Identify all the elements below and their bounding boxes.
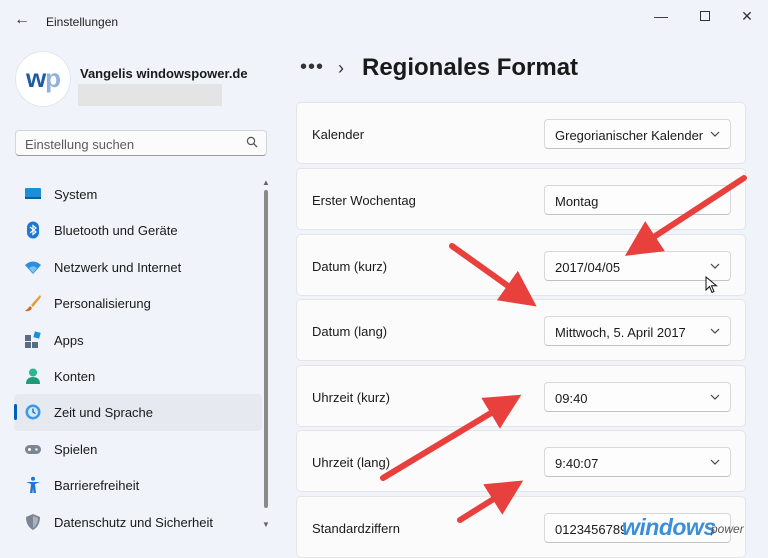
sidebar-item-label: Bluetooth und Geräte	[54, 223, 178, 239]
sidebar-scrollbar[interactable]: ▲ ▼	[262, 178, 270, 534]
setting-label: Erster Wochentag	[312, 193, 416, 208]
watermark-logo-suffix: power	[711, 522, 744, 536]
search-input[interactable]: Einstellung suchen	[15, 130, 267, 156]
calendar-dropdown[interactable]: Gregorianischer Kalender	[544, 119, 731, 149]
date-short-dropdown[interactable]: 2017/04/05	[544, 251, 731, 281]
sidebar-nav: System Bluetooth und Geräte Netzwerk und…	[14, 176, 262, 540]
search-placeholder: Einstellung suchen	[25, 137, 135, 152]
dropdown-value: 2017/04/05	[555, 260, 621, 275]
sidebar-item-time-language[interactable]: Zeit und Sprache	[14, 394, 262, 431]
sidebar-item-label: Spielen	[54, 441, 98, 457]
setting-card-calendar: Kalender Gregorianischer Kalender	[296, 102, 746, 164]
setting-label: Standardziffern	[312, 521, 400, 536]
dropdown-value: 09:40	[555, 391, 588, 406]
user-email-redacted	[78, 84, 222, 106]
chevron-down-icon	[710, 459, 720, 465]
scroll-up-arrow-icon[interactable]: ▲	[262, 178, 270, 187]
app-title: Einstellungen	[46, 15, 119, 29]
sidebar-item-bluetooth[interactable]: Bluetooth und Geräte	[14, 212, 262, 248]
sidebar-item-privacy[interactable]: Datenschutz und Sicherheit	[14, 504, 262, 540]
first-weekday-dropdown[interactable]: Montag	[544, 185, 731, 215]
time-language-icon	[25, 404, 41, 420]
sidebar-item-label: Personalisierung	[54, 296, 151, 312]
sidebar-item-apps[interactable]: Apps	[14, 322, 262, 358]
back-arrow-icon[interactable]: ←	[12, 10, 32, 30]
avatar-logo: wp	[25, 63, 61, 93]
mouse-cursor-icon	[705, 276, 718, 294]
dropdown-value: Montag	[555, 194, 599, 209]
sidebar-item-label: Konten	[54, 368, 96, 384]
time-long-dropdown[interactable]: 9:40:07	[544, 447, 731, 477]
apps-icon	[25, 330, 41, 348]
time-short-dropdown[interactable]: 09:40	[544, 382, 731, 412]
bluetooth-icon	[27, 221, 39, 239]
dropdown-value: Gregorianischer Kalender	[555, 128, 704, 143]
title-bar: ← Einstellungen — ✕	[0, 0, 768, 40]
sidebar-item-accessibility[interactable]: Barrierefreiheit	[14, 467, 262, 503]
setting-card-first-weekday: Erster Wochentag Montag	[296, 168, 746, 230]
dropdown-value: 0123456789	[555, 522, 628, 537]
setting-label: Kalender	[312, 127, 365, 142]
setting-label: Uhrzeit (lang)	[312, 455, 391, 470]
account-icon	[26, 368, 40, 384]
scroll-down-arrow-icon[interactable]: ▼	[262, 520, 270, 529]
setting-card-time-long: Uhrzeit (lang) 9:40:07	[296, 430, 746, 492]
avatar[interactable]: wp	[16, 52, 70, 106]
selection-indicator	[14, 404, 17, 421]
close-button[interactable]: ✕	[732, 6, 762, 26]
setting-label: Uhrzeit (kurz)	[312, 390, 391, 405]
shield-icon	[26, 513, 40, 530]
sidebar-item-label: Netzwerk und Internet	[54, 259, 182, 275]
dropdown-value: 9:40:07	[555, 456, 599, 471]
minimize-button[interactable]: —	[646, 6, 676, 26]
sidebar-item-label: Zeit und Sprache	[54, 405, 154, 421]
setting-card-date-long: Datum (lang) Mittwoch, 5. April 2017	[296, 299, 746, 361]
accessibility-icon	[26, 476, 40, 494]
scroll-thumb[interactable]	[264, 190, 268, 508]
dropdown-value: Mittwoch, 5. April 2017	[555, 325, 686, 340]
setting-card-date-short: Datum (kurz) 2017/04/05	[296, 234, 746, 296]
system-icon	[25, 188, 41, 199]
breadcrumb-overflow-button[interactable]: •••	[300, 56, 324, 79]
chevron-down-icon	[710, 131, 720, 137]
setting-label: Datum (lang)	[312, 324, 388, 339]
maximize-button[interactable]	[690, 6, 720, 26]
breadcrumb-chevron-icon: ›	[338, 58, 344, 78]
sidebar-item-label: Barrierefreiheit	[54, 478, 140, 494]
sidebar-item-system[interactable]: System	[14, 176, 262, 212]
sidebar-item-label: System	[54, 187, 98, 202]
sidebar-item-personalization[interactable]: Personalisierung	[14, 285, 262, 321]
watermark-logo: windows	[622, 514, 716, 540]
brush-icon	[25, 295, 41, 312]
page-title: Regionales Format	[362, 54, 579, 81]
user-name: Vangelis windowspower.de	[80, 66, 248, 81]
wifi-icon	[25, 261, 41, 274]
sidebar-item-accounts[interactable]: Konten	[14, 358, 262, 394]
sidebar-item-gaming[interactable]: Spielen	[14, 431, 262, 467]
chevron-down-icon	[710, 328, 720, 334]
maximize-icon	[700, 11, 710, 21]
search-icon	[246, 136, 258, 148]
setting-label: Datum (kurz)	[312, 259, 388, 274]
sidebar-item-label: Datenschutz und Sicherheit	[54, 514, 213, 530]
date-long-dropdown[interactable]: Mittwoch, 5. April 2017	[544, 316, 731, 346]
chevron-down-icon	[710, 394, 720, 400]
sidebar-item-label: Apps	[54, 332, 84, 348]
setting-card-time-short: Uhrzeit (kurz) 09:40	[296, 365, 746, 427]
sidebar-item-network[interactable]: Netzwerk und Internet	[14, 249, 262, 285]
gamepad-icon	[25, 444, 41, 454]
chevron-down-icon	[710, 263, 720, 269]
